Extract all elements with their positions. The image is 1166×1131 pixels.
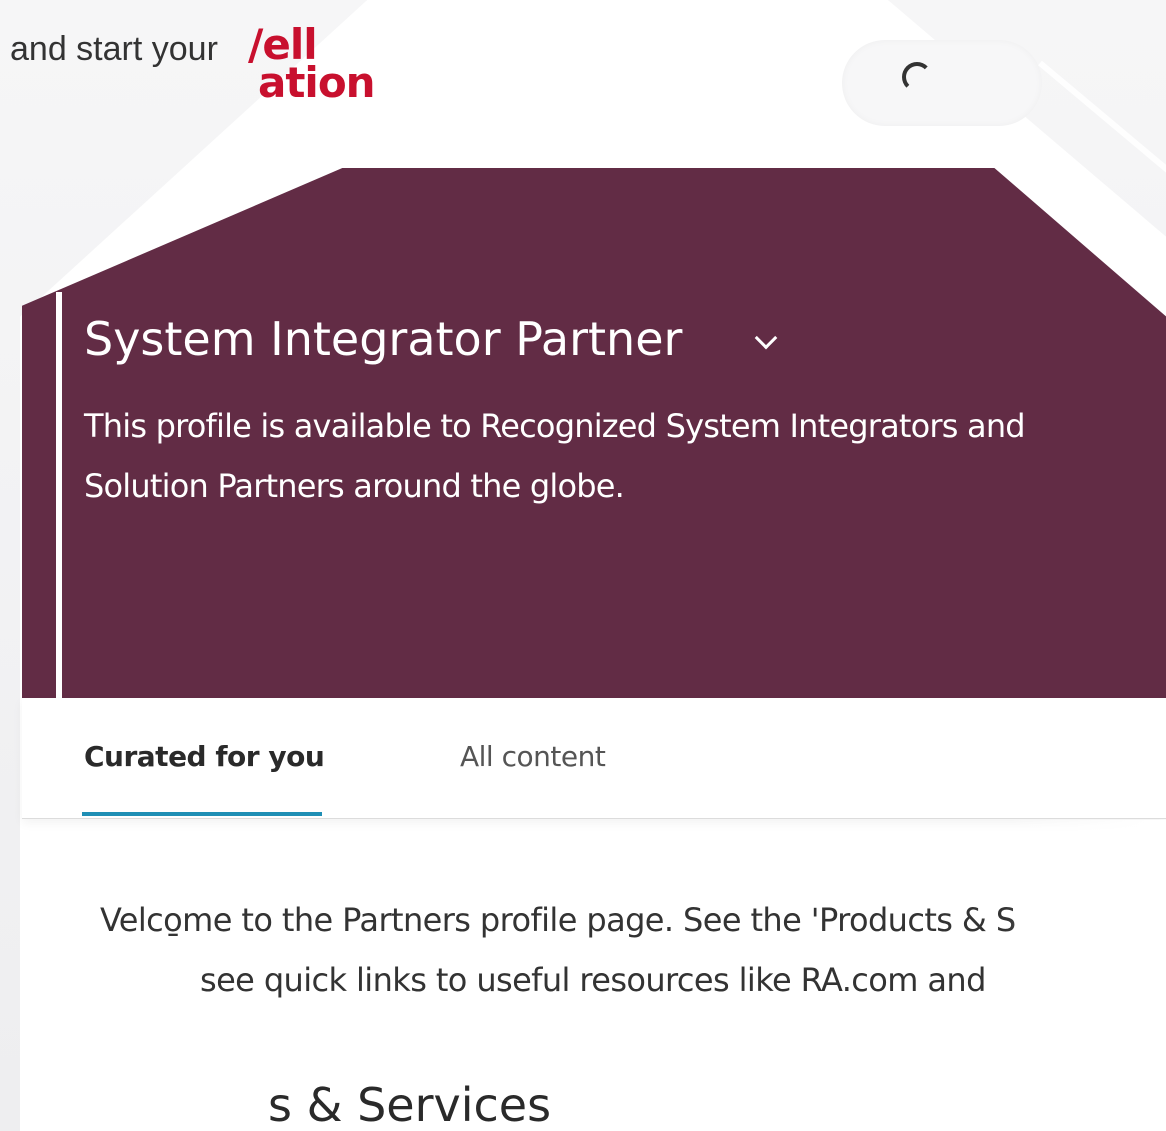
welcome-line-2: see quick links to useful resources like… [200,961,986,999]
tab-bar: Curated for you All content [22,698,1166,819]
section-heading: s & Services [268,1078,552,1131]
welcome-text: Velco̱me to the Partners profile page. S… [100,890,1100,1010]
active-tab-indicator [82,812,322,816]
hero-edge-divider [56,292,62,712]
tab-curated-for-you[interactable]: Curated for you [84,740,325,773]
search-button[interactable] [842,40,1042,126]
logo-line-2: ation [258,58,376,107]
profile-title[interactable]: System Integrator Partner [84,312,682,366]
brand-logo[interactable]: /ell ation [248,24,376,107]
intro-text: and start your [10,30,218,68]
tab-all-content[interactable]: All content [460,740,606,773]
fade-overlay [1006,820,1166,1131]
profile-description: This profile is available to Recognized … [84,407,1026,505]
page-stage: and start your /ell ation System Integra… [0,0,1166,1131]
search-icon [902,62,932,92]
welcome-line-1: Velco̱me to the Partners profile page. S… [100,901,1016,939]
